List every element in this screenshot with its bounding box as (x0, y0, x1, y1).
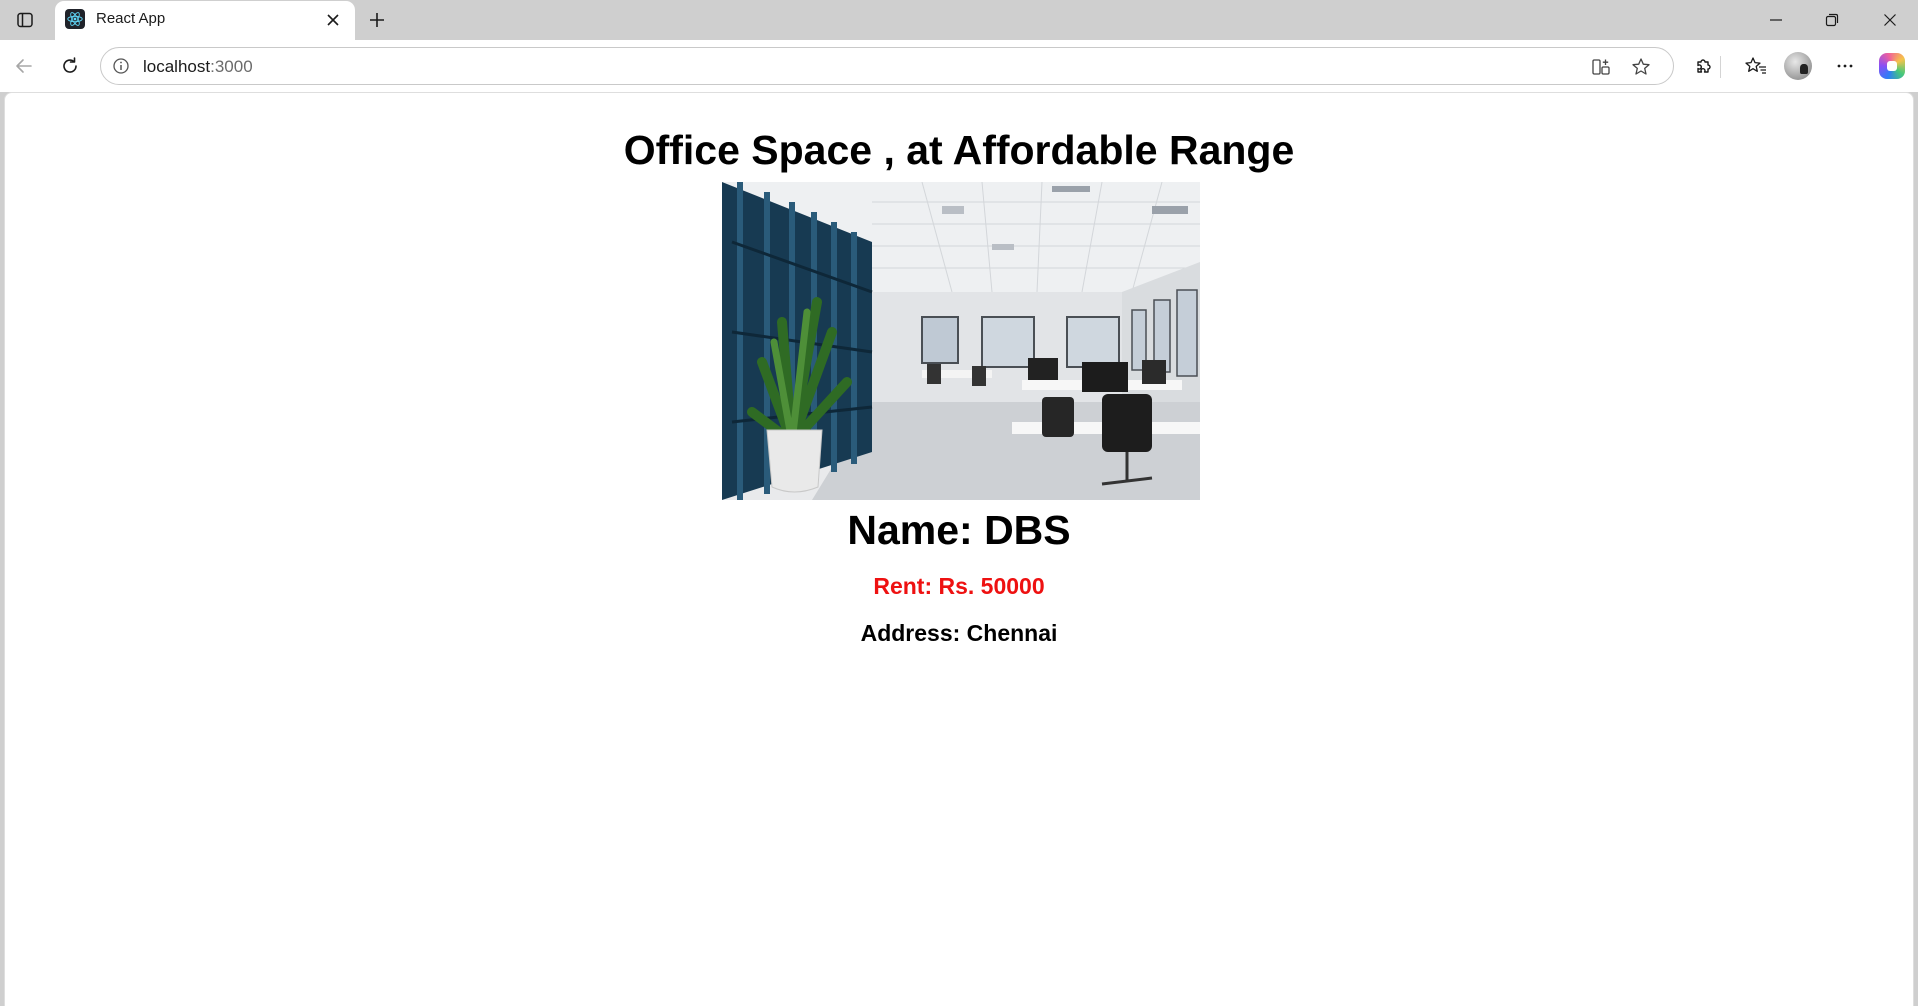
page-viewport: Office Space , at Affordable Range Name:… (4, 92, 1914, 1006)
split-screen-icon[interactable] (1589, 55, 1613, 79)
browser-toolbar: localhost:3000 (0, 40, 1918, 92)
reload-icon[interactable] (54, 50, 86, 82)
copilot-icon[interactable] (1876, 50, 1908, 82)
page-title: Office Space , at Affordable Range (623, 127, 1295, 173)
address-bar[interactable]: localhost:3000 (100, 47, 1674, 85)
office-address: Address: Chennai (860, 620, 1058, 646)
active-tab[interactable]: React App (55, 1, 355, 40)
back-arrow-icon[interactable] (8, 50, 40, 82)
url-port: :3000 (210, 57, 253, 76)
puzzle-icon[interactable] (1688, 50, 1720, 82)
more-icon[interactable] (1829, 50, 1861, 82)
restore-icon[interactable] (1804, 0, 1860, 40)
favorites-icon[interactable] (1740, 50, 1772, 82)
avatar (1784, 52, 1812, 80)
tab-title: React App (96, 10, 166, 27)
react-logo-icon (65, 9, 85, 29)
url-host: localhost (143, 57, 211, 76)
office-photo (722, 182, 1200, 500)
close-icon[interactable] (321, 8, 345, 32)
toolbar-divider (1720, 56, 1721, 78)
profile-button[interactable] (1782, 50, 1814, 82)
info-icon[interactable] (111, 56, 131, 76)
star-icon[interactable] (1629, 55, 1653, 79)
plus-icon[interactable] (362, 6, 392, 34)
office-name: Name: DBS (847, 507, 1071, 553)
tab-actions-icon[interactable] (10, 6, 40, 34)
office-rent: Rent: Rs. 50000 (873, 573, 1045, 599)
minimize-icon[interactable] (1748, 0, 1804, 40)
office-photo-illustration (722, 182, 1200, 500)
url-text[interactable]: localhost:3000 (143, 57, 253, 77)
close-window-icon[interactable] (1862, 0, 1918, 40)
tab-strip: React App (0, 0, 1918, 40)
copilot-logo (1879, 53, 1905, 79)
